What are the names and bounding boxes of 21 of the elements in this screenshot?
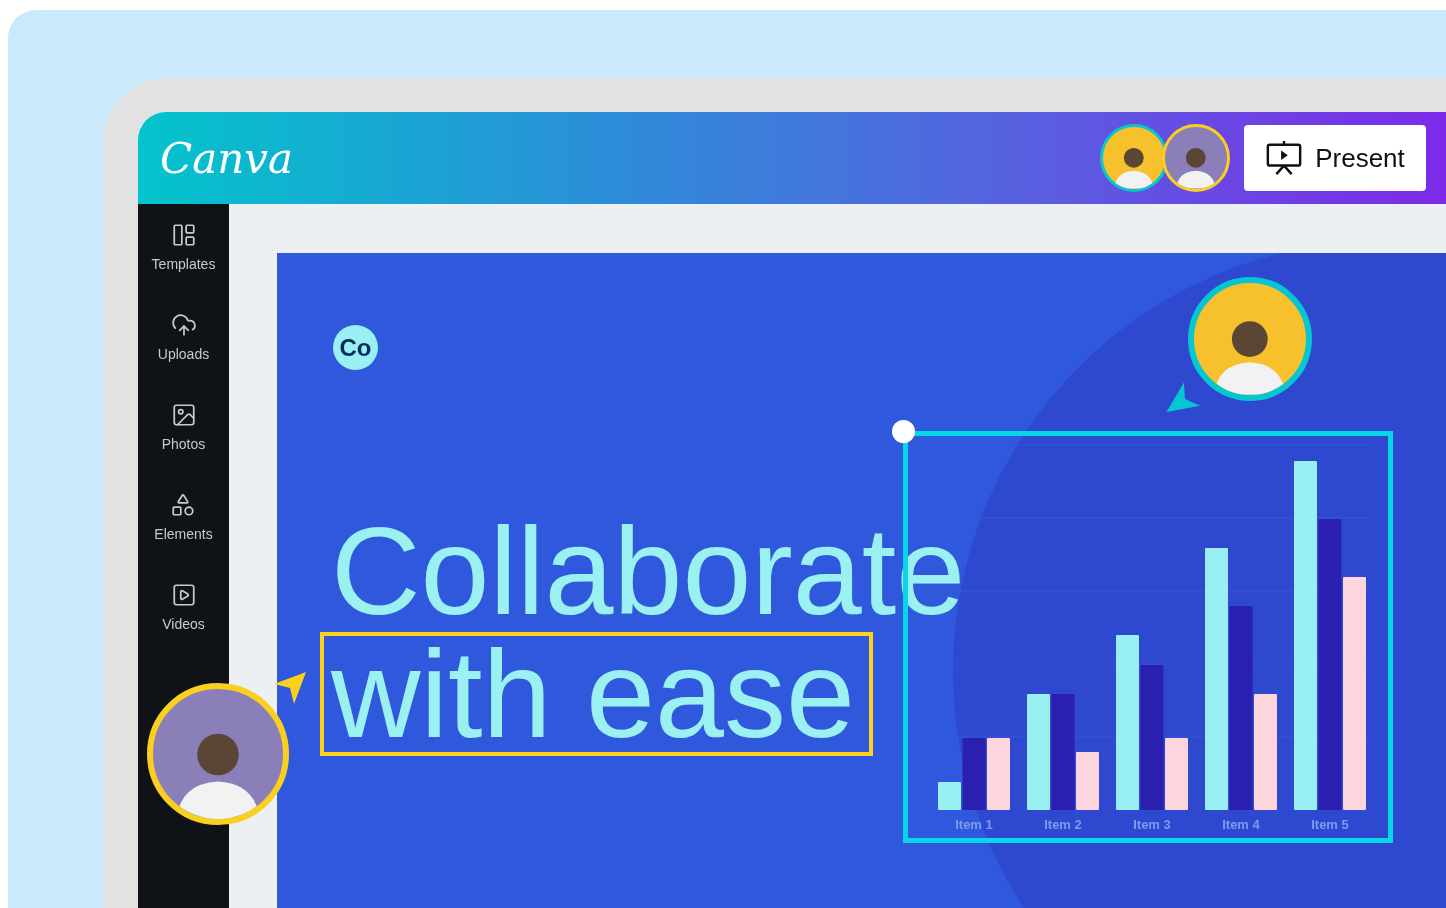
sidebar-item[interactable]: Elements	[154, 492, 213, 582]
axis-label: Item 1	[955, 817, 993, 832]
axis-label: Item 2	[1044, 817, 1082, 832]
selection-handle[interactable]	[892, 420, 915, 443]
sidebar-item[interactable]: Videos	[162, 582, 205, 672]
brand-badge: Co	[333, 325, 378, 370]
axis-label: Item 5	[1311, 817, 1349, 832]
axis-label: Item 3	[1133, 817, 1171, 832]
sidebar-item-icon	[170, 312, 197, 338]
presentation-icon	[1265, 139, 1304, 177]
axis-label: Item 4	[1222, 817, 1260, 832]
sidebar-item-icon	[170, 402, 197, 428]
bar	[987, 738, 1010, 810]
heading-text: with ease	[331, 639, 855, 749]
sidebar-item[interactable]: Uploads	[157, 312, 210, 402]
sidebar-item-icon	[170, 222, 197, 248]
sidebar-item-icon	[170, 582, 197, 608]
present-button[interactable]: Present	[1244, 125, 1426, 191]
sidebar-item[interactable]: Photos	[161, 402, 206, 492]
sidebar-item[interactable]: Templates	[151, 222, 216, 312]
sidebar-item-icon	[170, 492, 197, 518]
